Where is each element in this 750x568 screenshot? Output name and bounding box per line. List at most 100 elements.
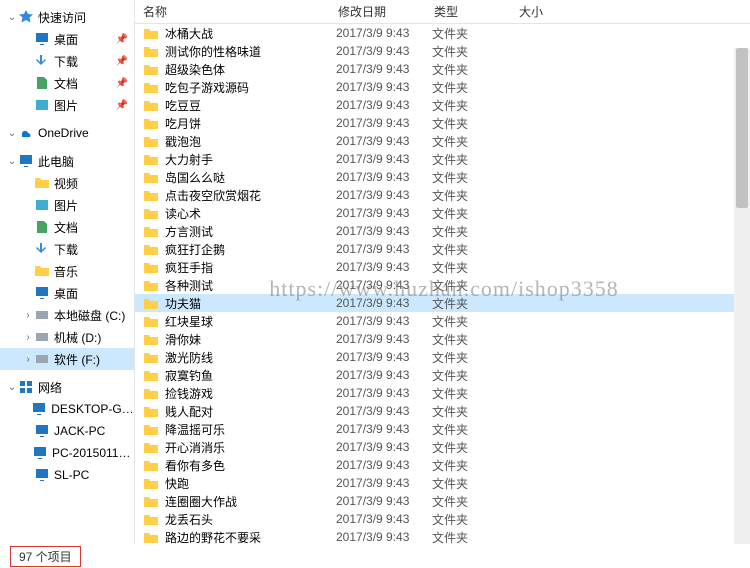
tree-item[interactable]: › 机械 (D:) xyxy=(0,326,134,348)
cloud-icon xyxy=(18,125,34,141)
tree-item[interactable]: 下载📌 xyxy=(0,50,134,72)
file-row[interactable]: 红块星球2017/3/9 9:43文件夹 xyxy=(135,312,750,330)
tree-item[interactable]: › 本地磁盘 (C:) xyxy=(0,304,134,326)
tree-item[interactable]: JACK-PC xyxy=(0,420,134,442)
folder-icon xyxy=(143,296,159,310)
file-row[interactable]: 戳泡泡2017/3/9 9:43文件夹 xyxy=(135,132,750,150)
file-row[interactable]: 寂寞钓鱼2017/3/9 9:43文件夹 xyxy=(135,366,750,384)
tree-item[interactable]: 下载 xyxy=(0,238,134,260)
file-row[interactable]: 疯狂手指2017/3/9 9:43文件夹 xyxy=(135,258,750,276)
file-row[interactable]: 读心术2017/3/9 9:43文件夹 xyxy=(135,204,750,222)
file-date: 2017/3/9 9:43 xyxy=(336,278,432,292)
file-date: 2017/3/9 9:43 xyxy=(336,386,432,400)
folder-icon xyxy=(143,404,159,418)
file-row[interactable]: 路边的野花不要采2017/3/9 9:43文件夹 xyxy=(135,528,750,544)
tree-group[interactable]: ⌄ 网络 xyxy=(0,376,134,398)
file-row[interactable]: 点击夜空欣赏烟花2017/3/9 9:43文件夹 xyxy=(135,186,750,204)
file-name: 点击夜空欣赏烟花 xyxy=(165,187,336,204)
file-row[interactable]: 疯狂打企鹅2017/3/9 9:43文件夹 xyxy=(135,240,750,258)
file-row[interactable]: 看你有多色2017/3/9 9:43文件夹 xyxy=(135,456,750,474)
file-name: 开心消消乐 xyxy=(165,439,336,456)
tree-item[interactable]: 图片 xyxy=(0,194,134,216)
file-row[interactable]: 龙丢石头2017/3/9 9:43文件夹 xyxy=(135,510,750,528)
file-type: 文件夹 xyxy=(432,457,517,474)
file-type: 文件夹 xyxy=(432,403,517,420)
item-count: 97 个项目 xyxy=(10,546,81,567)
folder-icon xyxy=(143,476,159,490)
chevron-icon[interactable]: › xyxy=(22,310,34,321)
folder-icon xyxy=(34,263,50,279)
tree-item[interactable]: 桌面 xyxy=(0,282,134,304)
file-row[interactable]: 超级染色体2017/3/9 9:43文件夹 xyxy=(135,60,750,78)
tree-item[interactable]: 文档 xyxy=(0,216,134,238)
file-row[interactable]: 岛国么么哒2017/3/9 9:43文件夹 xyxy=(135,168,750,186)
file-row[interactable]: 大力射手2017/3/9 9:43文件夹 xyxy=(135,150,750,168)
file-row[interactable]: 方言测试2017/3/9 9:43文件夹 xyxy=(135,222,750,240)
file-name: 功夫猫 xyxy=(165,295,336,312)
file-type: 文件夹 xyxy=(432,259,517,276)
file-row[interactable]: 冰桶大战2017/3/9 9:43文件夹 xyxy=(135,24,750,42)
file-row[interactable]: 功夫猫2017/3/9 9:43文件夹 xyxy=(135,294,750,312)
file-list[interactable]: 冰桶大战2017/3/9 9:43文件夹测试你的性格味道2017/3/9 9:4… xyxy=(135,24,750,544)
file-name: 路边的野花不要采 xyxy=(165,529,336,545)
tree-label: OneDrive xyxy=(38,126,89,140)
tree-label: 网络 xyxy=(38,379,62,396)
dl-icon xyxy=(34,53,50,69)
chevron-icon[interactable]: › xyxy=(22,332,34,343)
tree-item[interactable]: ›软件 (F:) xyxy=(0,348,134,370)
file-type: 文件夹 xyxy=(432,529,517,545)
file-row[interactable]: 贱人配对2017/3/9 9:43文件夹 xyxy=(135,402,750,420)
tree-item[interactable]: 音乐 xyxy=(0,260,134,282)
file-row[interactable]: 激光防线2017/3/9 9:43文件夹 xyxy=(135,348,750,366)
column-size[interactable]: 大小 xyxy=(511,3,750,20)
navigation-sidebar[interactable]: ⌄快速访问桌面📌下载📌文档📌图片📌⌄OneDrive⌄此电脑视频图片文档下载音乐… xyxy=(0,0,135,544)
chevron-down-icon[interactable]: ⌄ xyxy=(6,156,18,167)
tree-item[interactable]: 图片📌 xyxy=(0,94,134,116)
monitor-icon xyxy=(34,423,50,439)
file-row[interactable]: 各种测试2017/3/9 9:43文件夹 xyxy=(135,276,750,294)
file-row[interactable]: 滑你妹2017/3/9 9:43文件夹 xyxy=(135,330,750,348)
scrollbar[interactable] xyxy=(734,48,750,544)
chevron-down-icon[interactable]: ⌄ xyxy=(6,382,18,393)
column-date[interactable]: 修改日期 xyxy=(330,3,426,20)
folder-icon xyxy=(143,224,159,238)
monitor-icon xyxy=(18,153,34,169)
file-row[interactable]: 吃包子游戏源码2017/3/9 9:43文件夹 xyxy=(135,78,750,96)
column-name[interactable]: 名称 xyxy=(135,3,330,20)
file-date: 2017/3/9 9:43 xyxy=(336,422,432,436)
pin-icon: 📌 xyxy=(116,100,128,111)
tree-label: 机械 (D:) xyxy=(54,329,101,346)
file-row[interactable]: 捡钱游戏2017/3/9 9:43文件夹 xyxy=(135,384,750,402)
folder-icon xyxy=(143,134,159,148)
chevron-down-icon[interactable]: ⌄ xyxy=(6,128,18,139)
tree-label: 下载 xyxy=(54,53,78,70)
disk-icon xyxy=(34,307,50,323)
file-row[interactable]: 快跑2017/3/9 9:43文件夹 xyxy=(135,474,750,492)
file-row[interactable]: 测试你的性格味道2017/3/9 9:43文件夹 xyxy=(135,42,750,60)
tree-item[interactable]: DESKTOP-GL10RP xyxy=(0,398,134,420)
file-row[interactable]: 连圈圈大作战2017/3/9 9:43文件夹 xyxy=(135,492,750,510)
tree-item[interactable]: SL-PC xyxy=(0,464,134,486)
tree-label: PC-20150117VUD xyxy=(52,446,134,460)
tree-item[interactable]: 视频 xyxy=(0,172,134,194)
column-type[interactable]: 类型 xyxy=(426,3,511,20)
scrollbar-thumb[interactable] xyxy=(736,48,748,208)
file-name: 龙丢石头 xyxy=(165,511,336,528)
tree-group[interactable]: ⌄快速访问 xyxy=(0,6,134,28)
file-date: 2017/3/9 9:43 xyxy=(336,116,432,130)
tree-item[interactable]: PC-20150117VUD xyxy=(0,442,134,464)
pin-icon: 📌 xyxy=(116,34,128,45)
file-date: 2017/3/9 9:43 xyxy=(336,134,432,148)
tree-group[interactable]: ⌄ OneDrive xyxy=(0,122,134,144)
tree-label: 本地磁盘 (C:) xyxy=(54,307,125,324)
file-name: 降温摇可乐 xyxy=(165,421,336,438)
chevron-icon[interactable]: › xyxy=(22,354,34,365)
file-row[interactable]: 吃月饼2017/3/9 9:43文件夹 xyxy=(135,114,750,132)
tree-group[interactable]: ⌄此电脑 xyxy=(0,150,134,172)
file-row[interactable]: 开心消消乐2017/3/9 9:43文件夹 xyxy=(135,438,750,456)
tree-item[interactable]: 文档📌 xyxy=(0,72,134,94)
file-row[interactable]: 吃豆豆2017/3/9 9:43文件夹 xyxy=(135,96,750,114)
chevron-down-icon[interactable]: ⌄ xyxy=(6,12,18,23)
file-row[interactable]: 降温摇可乐2017/3/9 9:43文件夹 xyxy=(135,420,750,438)
tree-item[interactable]: 桌面📌 xyxy=(0,28,134,50)
